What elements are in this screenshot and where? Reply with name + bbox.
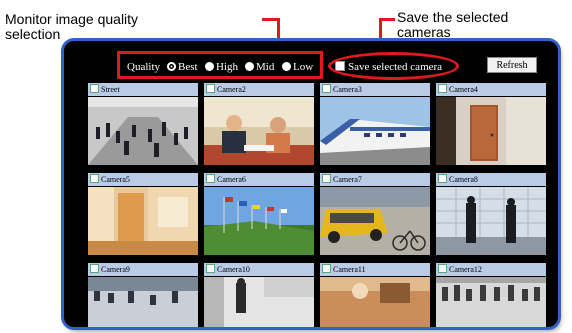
camera-tile[interactable]: Camera6 xyxy=(204,173,314,255)
camera-feed-image xyxy=(88,277,198,327)
camera-checkbox[interactable] xyxy=(206,264,215,273)
camera-label: Camera5 xyxy=(101,175,130,184)
camera-checkbox[interactable] xyxy=(322,174,331,183)
camera-header: Camera7 xyxy=(320,173,430,186)
camera-feed-image xyxy=(204,277,314,327)
quality-callout-line1: Monitor image quality xyxy=(5,11,139,27)
camera-label: Camera12 xyxy=(449,265,482,274)
camera-header: Street xyxy=(88,83,198,96)
camera-feed-image xyxy=(204,97,314,165)
camera-checkbox[interactable] xyxy=(438,84,447,93)
camera-checkbox[interactable] xyxy=(438,174,447,183)
camera-checkbox[interactable] xyxy=(206,174,215,183)
camera-header: Camera6 xyxy=(204,173,314,186)
camera-header: Camera5 xyxy=(88,173,198,186)
camera-tile[interactable]: Camera7 xyxy=(320,173,430,255)
save-callout-text: Save the selected cameras xyxy=(397,10,508,40)
camera-header: Camera12 xyxy=(436,263,546,276)
camera-tile[interactable]: Camera10 xyxy=(204,263,314,327)
camera-tile[interactable]: Camera2 xyxy=(204,83,314,165)
camera-header: Camera9 xyxy=(88,263,198,276)
camera-feed-image xyxy=(320,277,430,327)
save-callout-line1: Save the selected xyxy=(397,9,509,25)
camera-label: Camera2 xyxy=(217,85,246,94)
camera-checkbox[interactable] xyxy=(322,264,331,273)
camera-header: Camera11 xyxy=(320,263,430,276)
camera-header: Camera8 xyxy=(436,173,546,186)
refresh-button[interactable]: Refresh xyxy=(487,57,537,73)
camera-header: Camera2 xyxy=(204,83,314,96)
camera-feed-image xyxy=(436,277,546,327)
camera-checkbox[interactable] xyxy=(438,264,447,273)
camera-tile[interactable]: Camera12 xyxy=(436,263,546,327)
quality-callout-text: Monitor image quality selection xyxy=(5,12,138,42)
camera-checkbox[interactable] xyxy=(90,174,99,183)
camera-feed-image xyxy=(88,97,198,165)
camera-checkbox[interactable] xyxy=(206,84,215,93)
camera-tile[interactable]: Street xyxy=(88,83,198,165)
camera-tile[interactable]: Camera3 xyxy=(320,83,430,165)
camera-tile[interactable]: Camera11 xyxy=(320,263,430,327)
camera-checkbox[interactable] xyxy=(90,264,99,273)
camera-label: Camera6 xyxy=(217,175,246,184)
camera-tile[interactable]: Camera9 xyxy=(88,263,198,327)
camera-label: Camera10 xyxy=(217,265,250,274)
camera-label: Camera3 xyxy=(333,85,362,94)
camera-tile[interactable]: Camera4 xyxy=(436,83,546,165)
save-highlight-ellipse xyxy=(328,52,459,80)
camera-header: Camera10 xyxy=(204,263,314,276)
camera-feed-image xyxy=(88,187,198,255)
camera-feed-image xyxy=(436,97,546,165)
camera-header: Camera4 xyxy=(436,83,546,96)
camera-checkbox[interactable] xyxy=(322,84,331,93)
quality-highlight-box xyxy=(117,51,323,79)
camera-label: Camera8 xyxy=(449,175,478,184)
camera-feed-image xyxy=(320,187,430,255)
camera-tile[interactable]: Camera5 xyxy=(88,173,198,255)
camera-checkbox[interactable] xyxy=(90,84,99,93)
camera-feed-image xyxy=(436,187,546,255)
camera-label: Street xyxy=(101,85,120,94)
camera-label: Camera9 xyxy=(101,265,130,274)
camera-viewer-window: Quality Best High Mid Low Save selected … xyxy=(64,41,558,327)
camera-feed-image xyxy=(320,97,430,165)
quality-callout-line2: selection xyxy=(5,26,61,42)
camera-header: Camera3 xyxy=(320,83,430,96)
save-callout-line2: cameras xyxy=(397,24,451,40)
camera-feed-image xyxy=(204,187,314,255)
camera-tile[interactable]: Camera8 xyxy=(436,173,546,255)
camera-label: Camera4 xyxy=(449,85,478,94)
camera-label: Camera7 xyxy=(333,175,362,184)
camera-label: Camera11 xyxy=(333,265,366,274)
